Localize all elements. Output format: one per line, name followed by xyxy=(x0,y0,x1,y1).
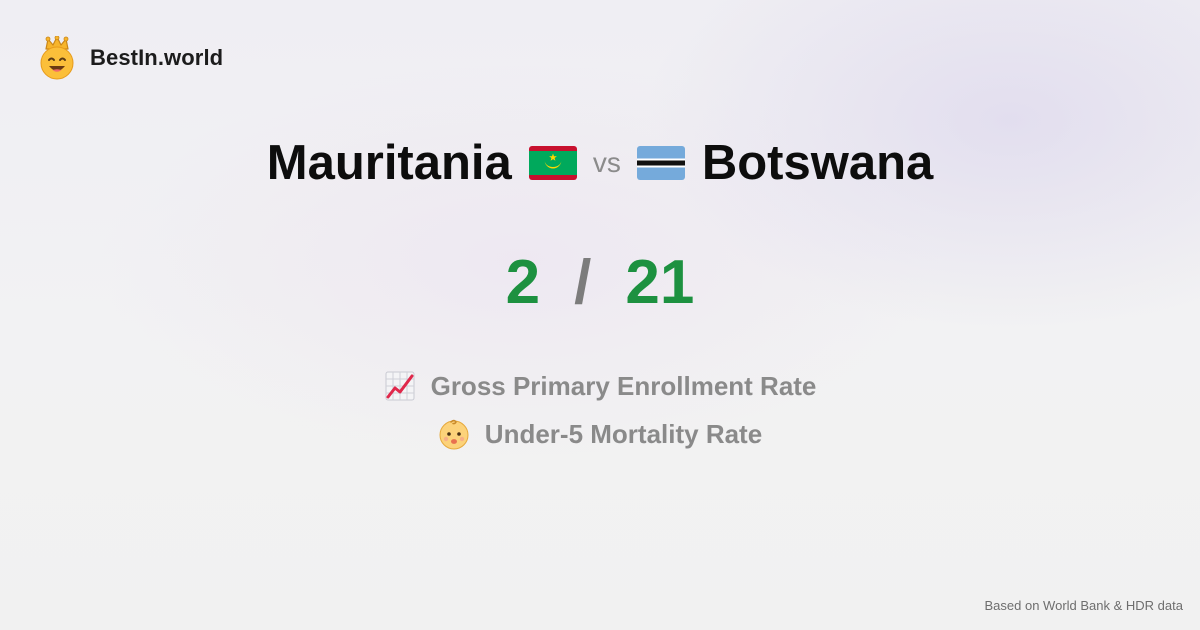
metric-label: Gross Primary Enrollment Rate xyxy=(430,370,817,401)
score-display: 2 / 21 xyxy=(0,245,1200,319)
right-score: 21 xyxy=(625,247,695,317)
baby-face-icon xyxy=(439,419,469,450)
comparison-title: Mauritania vs Botswana xyxy=(0,130,1200,196)
mauritania-flag-icon xyxy=(528,146,577,180)
left-score: 2 xyxy=(505,247,541,317)
metric-label: Under-5 Mortality Rate xyxy=(484,418,763,449)
left-country-name: Mauritania xyxy=(266,136,512,190)
botswana-flag-icon xyxy=(636,146,685,180)
crowned-smiley-icon xyxy=(40,36,74,80)
chart-increasing-icon xyxy=(385,371,415,401)
metric-item[interactable]: Under-5 Mortality Rate xyxy=(0,410,1200,458)
brand-name: BestIn.world xyxy=(90,45,224,70)
brand-link[interactable]: BestIn.world xyxy=(38,36,223,80)
data-source-note: Based on World Bank & HDR data xyxy=(984,598,1183,613)
metric-list: Gross Primary Enrollment Rate Under-5 Mo… xyxy=(0,362,1200,458)
vs-label: vs xyxy=(592,147,621,178)
right-country-name: Botswana xyxy=(701,136,934,190)
metric-item[interactable]: Gross Primary Enrollment Rate xyxy=(0,362,1200,410)
score-separator: / xyxy=(574,247,592,317)
